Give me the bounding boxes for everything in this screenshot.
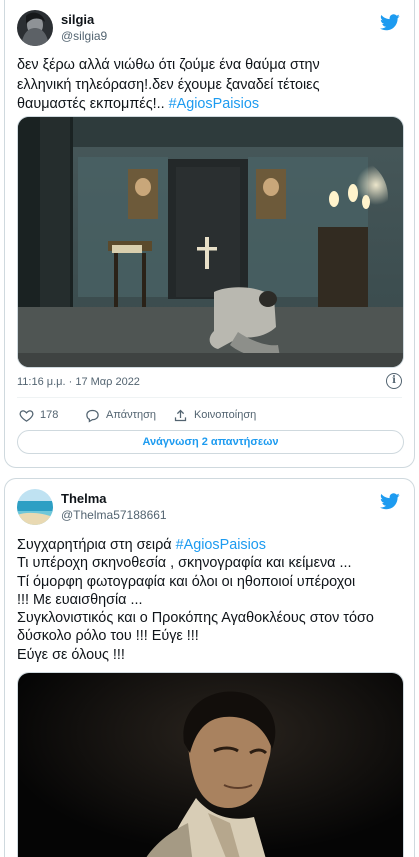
twitter-bird-icon[interactable] [380,493,400,510]
read-replies-button[interactable]: Ανάγνωση 2 απαντήσεων [17,430,404,454]
tweet-card[interactable]: silgia @silgia9 δεν ξέρω αλλά νιώθω ότι … [4,0,415,468]
tweet-text-line: Εύγε σε όλους !!! [17,646,125,663]
reply-bubble-icon [86,409,99,423]
share-upload-icon [174,409,187,421]
tweet-text: δεν ξέρω αλλά νιώθω ότι ζούμε ένα θαύμα … [17,56,402,115]
tweet-text-line: δύσκολο ρόλο του !!! Εύγε !!! [17,628,199,645]
tweet-text-line: Συγχαρητήρια στη σειρά #AgiosPaisios [17,536,402,554]
heart-icon [19,409,34,422]
twitter-bird-icon[interactable] [380,14,400,31]
tweet-text-fragment: Συγχαρητήρια στη σειρά [17,537,176,553]
tweet-text-line: θαυμαστές εκπομπές!.. #AgiosPaisios [17,95,402,115]
tweet-timestamp[interactable]: 11:16 μ.μ. · 17 Μαρ 2022 [17,376,140,388]
like-count: 178 [40,409,59,421]
reply-label: Απάντηση [106,409,156,421]
tweet-text-fragment: θαυμαστές εκπομπές!.. [17,96,169,112]
actor-portrait-image [18,673,403,857]
hashtag-link[interactable]: #AgiosPaisios [169,96,259,112]
tweet-text-line: ελληνική τηλεόραση!.δεν έχουμε ξαναδεί τ… [17,76,320,93]
tweet-image[interactable] [17,116,404,368]
share-button[interactable]: Κοινοποίηση [173,406,256,424]
tweet-text-line: !!! Με ευαισθησία ... [17,591,143,608]
reply-button[interactable]: Απάντηση [85,406,156,424]
like-button[interactable]: 178 [19,406,58,424]
hashtag-link[interactable]: #AgiosPaisios [176,537,266,553]
user-name[interactable]: silgia [61,12,94,27]
tweet-text: Συγχαρητήρια στη σειρά #AgiosPaisios Τι … [17,536,402,664]
tweet-text-line: Τί όμορφη φωτογραφία και όλοι οι ηθοποιο… [17,573,356,590]
user-handle[interactable]: @silgia9 [61,29,107,43]
user-handle[interactable]: @Thelma57188661 [61,508,167,522]
user-name[interactable]: Thelma [61,491,107,506]
tweet-text-line: Τι υπέροχη σκηνοθεσία , σκηνογραφία και … [17,555,352,572]
share-label: Κοινοποίηση [194,409,257,421]
avatar[interactable] [17,10,53,46]
tweet-card[interactable]: Thelma @Thelma57188661 Συγχαρητήρια στη … [4,478,415,857]
tweet-header: Thelma @Thelma57188661 [17,489,402,525]
tweet-image[interactable] [17,672,404,857]
tweet-header: silgia @silgia9 [17,10,402,46]
divider [17,397,402,398]
tweet-text-line: Συγκλονιστικός και ο Προκόπης Αγαθοκλέου… [17,610,374,627]
tweet-text-line: δεν ξέρω αλλά νιώθω ότι ζούμε ένα θαύμα … [17,57,320,73]
info-icon[interactable]: i [386,373,402,389]
avatar[interactable] [17,489,53,525]
chapel-scene-image [18,117,403,367]
